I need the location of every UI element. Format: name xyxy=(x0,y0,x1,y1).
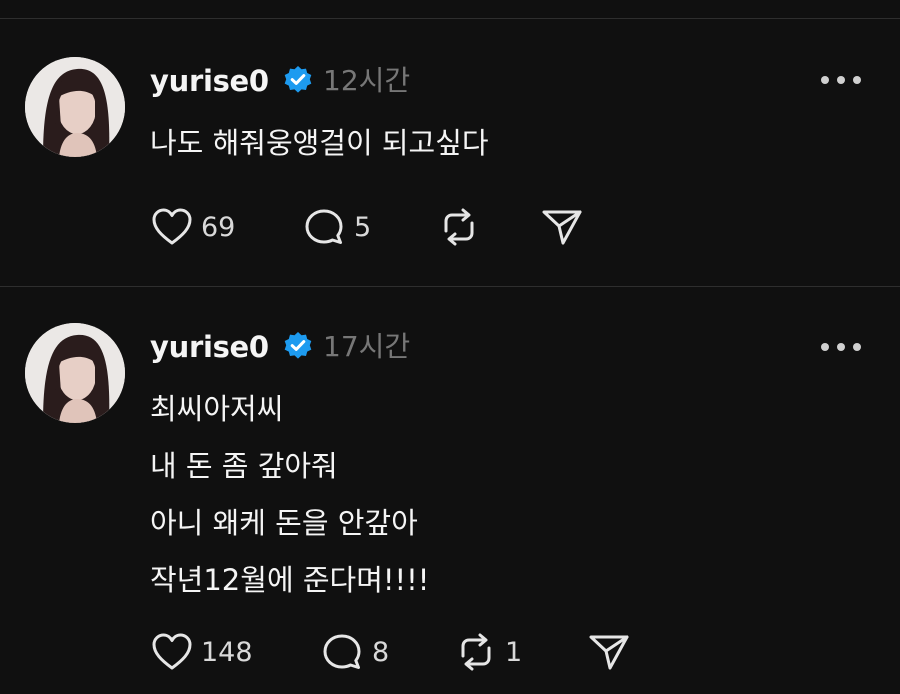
like-button[interactable]: 69 xyxy=(151,207,235,247)
post-line: 아니 왜케 돈을 안갚아 xyxy=(150,506,418,540)
repost-count: 1 xyxy=(505,636,523,668)
post-text: 나도 해줘웅앵걸이 되고싶다 xyxy=(150,115,489,172)
heart-icon xyxy=(152,633,192,670)
like-count: 148 xyxy=(201,636,253,668)
timestamp: 12시간 xyxy=(323,64,411,97)
post-line: 내 돈 좀 갚아줘 xyxy=(150,449,338,483)
share-button[interactable] xyxy=(541,207,583,247)
reply-button[interactable]: 8 xyxy=(322,632,389,672)
share-button[interactable] xyxy=(588,632,630,672)
timestamp: 17시간 xyxy=(323,330,411,363)
send-icon xyxy=(589,635,629,670)
comment-icon xyxy=(323,634,361,669)
post-divider xyxy=(0,286,900,287)
heart-icon xyxy=(152,208,192,245)
avatar[interactable] xyxy=(25,323,125,423)
username[interactable]: yurise0 xyxy=(150,67,269,96)
top-divider xyxy=(0,18,900,19)
post-line: 나도 해줘웅앵걸이 되고싶다 xyxy=(150,126,489,160)
post-line: 최씨아저씨 xyxy=(150,392,284,426)
more-options-icon[interactable] xyxy=(820,74,862,86)
username[interactable]: yurise0 xyxy=(150,333,269,362)
comment-icon xyxy=(305,209,343,244)
post-text: 최씨아저씨 내 돈 좀 갚아줘 아니 왜케 돈을 안갚아 작년12월에 준다며!… xyxy=(150,381,429,609)
repost-button[interactable]: 1 xyxy=(455,632,522,672)
more-options-icon[interactable] xyxy=(820,341,862,353)
avatar[interactable] xyxy=(25,57,125,157)
repost-button[interactable] xyxy=(438,207,488,247)
repost-icon xyxy=(461,633,491,671)
repost-icon xyxy=(444,208,474,246)
reply-count: 8 xyxy=(372,636,390,668)
like-button[interactable]: 148 xyxy=(151,632,253,672)
send-icon xyxy=(542,210,582,245)
verified-badge-icon xyxy=(284,332,312,359)
reply-count: 5 xyxy=(354,211,372,243)
post-line: 작년12월에 준다며!!!! xyxy=(150,563,430,597)
verified-badge-icon xyxy=(284,66,312,93)
like-count: 69 xyxy=(201,211,236,243)
reply-button[interactable]: 5 xyxy=(304,207,371,247)
